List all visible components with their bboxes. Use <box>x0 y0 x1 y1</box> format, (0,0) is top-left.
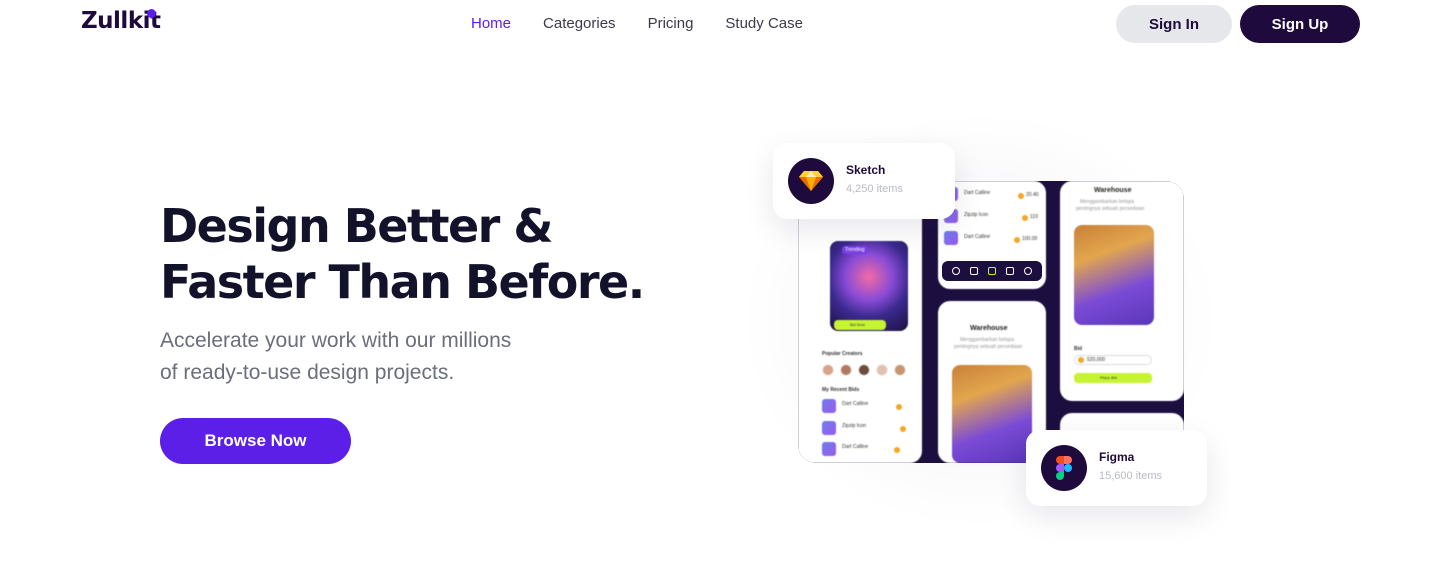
creator-avatar <box>876 364 888 376</box>
sign-up-button[interactable]: Sign Up <box>1240 5 1360 43</box>
list-item-value: 110 <box>1030 214 1038 220</box>
wallet-icon <box>1006 267 1014 275</box>
mockup-popular-creators-label: Popular Creators <box>822 351 863 357</box>
sign-in-button[interactable]: Sign In <box>1116 5 1232 43</box>
hero-subtitle-line1: Accelerate your work with our millions <box>160 329 512 352</box>
figma-card-title: Figma <box>1099 450 1135 464</box>
warehouse-artwork <box>952 365 1032 463</box>
nav-link-pricing[interactable]: Pricing <box>648 14 694 34</box>
coin-icon <box>894 447 900 453</box>
sketch-card-title: Sketch <box>846 163 886 177</box>
mockup-column-marketplace: Trending Bid Now Popular Creators My Rec… <box>798 181 922 463</box>
browse-now-button[interactable]: Browse Now <box>160 418 351 464</box>
bid-thumbnail <box>822 399 836 413</box>
warehouse-artwork <box>1074 225 1154 325</box>
nav-link-home[interactable]: Home <box>471 14 511 34</box>
figma-category-card[interactable]: Figma 15,600 items <box>1026 430 1207 506</box>
hero-subtitle-line2: of ready-to-use design projects. <box>160 361 455 384</box>
coin-icon <box>1014 237 1020 243</box>
figma-logo-icon <box>1041 445 1087 491</box>
sketch-diamond-icon <box>788 158 834 204</box>
bid-item-name: Zipzip Icon <box>842 423 867 429</box>
warehouse-subtitle: pentingnya sebuah persediaan <box>1076 206 1145 212</box>
coin-icon <box>900 426 906 432</box>
bid-thumbnail <box>822 442 836 456</box>
warehouse-subtitle: pentingnya sebuah persediaan <box>954 344 1023 350</box>
place-bid-label: Place Bid <box>1100 375 1117 380</box>
nav-link-categories[interactable]: Categories <box>543 14 616 34</box>
mockup-recent-bids-label: My Recent Bids <box>822 387 860 393</box>
hero-subtitle: Accelerate your work with our millions o… <box>160 325 580 389</box>
app-mockup-image: Trending Bid Now Popular Creators My Rec… <box>798 181 1184 463</box>
hero-title-line1: Design Better & <box>160 199 553 253</box>
coin-icon <box>1018 193 1024 199</box>
bid-input <box>1074 355 1152 365</box>
coin-icon <box>896 404 902 410</box>
top-nav: Zullkit Home Categories Pricing Study Ca… <box>0 0 1440 48</box>
gallery-icon <box>988 267 996 275</box>
coin-icon <box>1078 357 1084 363</box>
hero-title: Design Better & Faster Than Before. <box>160 198 680 310</box>
list-item-name: Zipzip Icon <box>964 212 989 218</box>
creator-avatar <box>858 364 870 376</box>
mockup-nft-artwork <box>830 241 908 331</box>
help-icon <box>1024 267 1032 275</box>
bid-item-name: Dart Calline <box>842 401 869 407</box>
nav-links: Home Categories Pricing Study Case <box>471 14 835 34</box>
list-item-name: Dart Calline <box>964 234 991 240</box>
list-thumbnail <box>944 231 958 245</box>
mockup-tab-bar <box>942 261 1042 281</box>
nav-link-study-case[interactable]: Study Case <box>725 14 803 34</box>
logo-dot-icon <box>147 9 156 18</box>
warehouse-subtitle: Menggambarkan betapa <box>960 337 1015 343</box>
sketch-category-card[interactable]: Sketch 4,250 items <box>773 143 955 219</box>
home-icon <box>952 267 960 275</box>
bid-label: Bid <box>1074 346 1083 352</box>
list-item-value: 20.40 <box>1026 192 1039 198</box>
creator-avatar <box>840 364 852 376</box>
image-icon <box>970 267 978 275</box>
hero-title-line2: Faster Than Before. <box>160 255 645 309</box>
bid-value: 520,000 <box>1087 357 1106 363</box>
mockup-trending-badge: Trending <box>842 246 868 254</box>
creator-avatar <box>822 364 834 376</box>
figma-card-count: 15,600 items <box>1099 470 1162 482</box>
bid-thumbnail <box>822 421 836 435</box>
mockup-bid-now-label: Bid Now <box>850 322 865 327</box>
list-item-value: 100.00 <box>1022 236 1038 242</box>
warehouse-subtitle: Menggambarkan betapa <box>1080 199 1135 205</box>
mockup-column-warehouse-detail: Warehouse Menggambarkan betapa pentingny… <box>1060 181 1184 401</box>
bid-item-name: Dart Calline <box>842 444 869 450</box>
warehouse-title: Warehouse <box>1094 187 1132 194</box>
warehouse-title: Warehouse <box>970 325 1008 332</box>
creator-avatar <box>894 364 906 376</box>
sketch-card-count: 4,250 items <box>846 183 903 195</box>
coin-icon <box>1022 215 1028 221</box>
list-item-name: Dart Calline <box>964 190 991 196</box>
